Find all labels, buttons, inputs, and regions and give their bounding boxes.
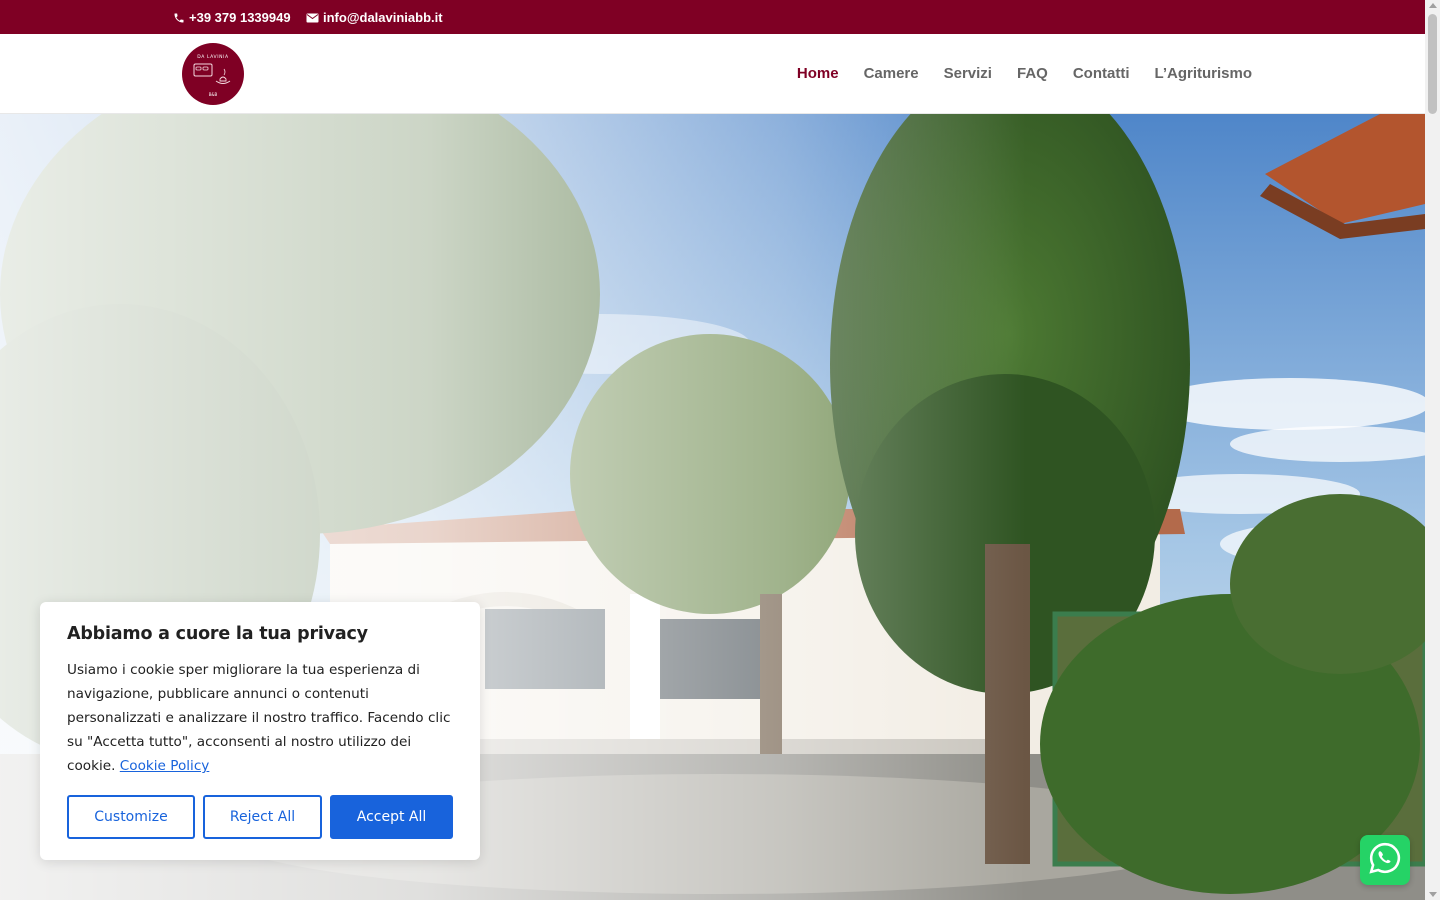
nav-home[interactable]: Home [797, 65, 839, 82]
mail-icon [306, 13, 319, 23]
cookie-consent-banner: Abbiamo a cuore la tua privacy Usiamo i … [40, 602, 480, 860]
email-contact[interactable]: info@dalaviniabb.it [306, 10, 443, 25]
top-info-bar: +39 379 1339949 info@dalaviniabb.it [0, 0, 1425, 34]
nav-faq[interactable]: FAQ [1017, 65, 1048, 82]
main-nav: Home Camere Servizi FAQ Contatti L’Agrit… [797, 65, 1252, 82]
cookie-banner-title: Abbiamo a cuore la tua privacy [67, 624, 368, 644]
logo-emblem: DA LAVINIA B&B [193, 54, 231, 97]
phone-number: +39 379 1339949 [189, 10, 291, 25]
nav-servizi[interactable]: Servizi [944, 65, 992, 82]
cookie-banner-actions: Customize Reject All Accept All [67, 795, 453, 839]
site-header: DA LAVINIA B&B Home Camere Servizi FAQ C… [0, 34, 1425, 114]
scroll-down-icon[interactable] [1429, 892, 1437, 897]
scrollbar-thumb[interactable] [1428, 14, 1437, 114]
logo-text-bottom: B&B [209, 92, 218, 97]
nav-contatti[interactable]: Contatti [1073, 65, 1130, 82]
whatsapp-icon [1368, 841, 1402, 879]
cookie-policy-link[interactable]: Cookie Policy [120, 758, 210, 774]
accept-all-button[interactable]: Accept All [330, 795, 453, 839]
whatsapp-button[interactable] [1360, 835, 1410, 885]
site-logo[interactable]: DA LAVINIA B&B [182, 43, 244, 105]
phone-icon [173, 12, 185, 24]
email-address: info@dalaviniabb.it [323, 10, 443, 25]
scroll-up-icon[interactable] [1429, 3, 1437, 8]
nav-agriturismo[interactable]: L’Agriturismo [1154, 65, 1252, 82]
reject-all-button[interactable]: Reject All [203, 795, 322, 839]
page-scrollbar[interactable] [1425, 0, 1440, 900]
cookie-banner-text: Usiamo i cookie sper migliorare la tua e… [67, 658, 457, 778]
nav-camere[interactable]: Camere [864, 65, 919, 82]
customize-button[interactable]: Customize [67, 795, 195, 839]
phone-contact[interactable]: +39 379 1339949 [173, 10, 291, 25]
logo-text-top: DA LAVINIA [197, 54, 229, 60]
